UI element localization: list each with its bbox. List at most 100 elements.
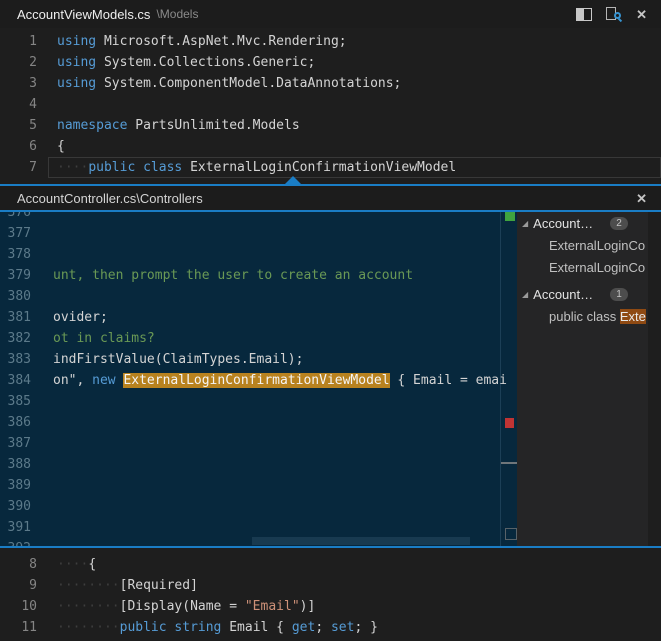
line-number: 377 xyxy=(0,223,31,244)
peek-header-divider xyxy=(0,210,661,212)
close-editor-icon[interactable]: ✕ xyxy=(636,8,647,21)
code-text: ····{ xyxy=(37,554,96,575)
open-preview-icon[interactable] xyxy=(606,7,622,21)
line-number: 392 xyxy=(0,538,31,546)
peek-editor[interactable]: 376377378379unt, then prompt the user to… xyxy=(0,212,517,546)
reference-item[interactable]: ExternalLoginCo xyxy=(517,234,661,256)
line-number: 383 xyxy=(0,349,31,370)
twistie-expanded-icon[interactable]: ◢ xyxy=(522,219,528,228)
code-line-7[interactable]: 7····public class ExternalLoginConfirmat… xyxy=(0,157,661,178)
line-number: 387 xyxy=(0,433,31,454)
line-number: 385 xyxy=(0,391,31,412)
line-number: 11 xyxy=(0,617,37,638)
line-number: 380 xyxy=(0,286,31,307)
editor-actions: ✕ xyxy=(576,7,661,21)
file-path: \Models xyxy=(156,7,198,21)
line-number: 389 xyxy=(0,475,31,496)
line-number: 376 xyxy=(0,212,31,223)
reference-file-label: Account… xyxy=(533,216,593,231)
code-text xyxy=(31,391,53,412)
code-line-391[interactable]: 391 xyxy=(0,517,517,538)
line-number: 2 xyxy=(0,52,37,73)
split-editor-icon[interactable] xyxy=(576,8,592,21)
code-line-11[interactable]: 11········public string Email { get; set… xyxy=(0,617,661,638)
code-line-383[interactable]: 383indFirstValue(ClaimTypes.Email); xyxy=(0,349,517,370)
line-number: 8 xyxy=(0,554,37,575)
line-number: 379 xyxy=(0,265,31,286)
line-number: 382 xyxy=(0,328,31,349)
code-line-5[interactable]: 5namespace PartsUnlimited.Models xyxy=(0,115,661,136)
code-text: using System.Collections.Generic; xyxy=(37,52,315,73)
code-text: ········[Required] xyxy=(37,575,198,596)
code-line-385[interactable]: 385 xyxy=(0,391,517,412)
file-title: AccountViewModels.cs xyxy=(17,7,150,22)
horizontal-scrollbar-thumb[interactable] xyxy=(252,537,470,545)
code-line-388[interactable]: 388 xyxy=(0,454,517,475)
code-line-3[interactable]: 3using System.ComponentModel.DataAnnotat… xyxy=(0,73,661,94)
line-number: 386 xyxy=(0,412,31,433)
line-number: 3 xyxy=(0,73,37,94)
code-text: namespace PartsUnlimited.Models xyxy=(37,115,300,136)
code-line-379[interactable]: 379unt, then prompt the user to create a… xyxy=(0,265,517,286)
code-text: unt, then prompt the user to create an a… xyxy=(31,265,413,286)
references-scrollbar-track[interactable] xyxy=(648,212,661,546)
line-number: 7 xyxy=(0,157,37,178)
code-line-390[interactable]: 390 xyxy=(0,496,517,517)
code-text xyxy=(31,538,53,546)
code-text xyxy=(31,244,53,265)
code-line-381[interactable]: 381ovider; xyxy=(0,307,517,328)
editor-title-bar: AccountViewModels.cs \Models ✕ xyxy=(0,0,661,28)
code-text xyxy=(31,475,53,496)
code-text: ········[Display(Name = "Email")] xyxy=(37,596,315,617)
peek-header: AccountController.cs \Controllers ✕ xyxy=(0,186,661,210)
code-line-377[interactable]: 377 xyxy=(0,223,517,244)
reference-file-group[interactable]: ◢Account…1 xyxy=(517,283,661,305)
editor-top[interactable]: 1using Microsoft.AspNet.Mvc.Rendering;2u… xyxy=(0,28,661,184)
peek-file-path: \Controllers xyxy=(136,191,202,206)
code-text: ········public string Email { get; set; … xyxy=(37,617,378,638)
code-line-389[interactable]: 389 xyxy=(0,475,517,496)
reference-count-badge: 1 xyxy=(610,288,628,301)
line-number: 391 xyxy=(0,517,31,538)
editor-bottom[interactable]: 8····{9········[Required]10········[Disp… xyxy=(0,548,661,641)
reference-count-badge: 2 xyxy=(610,217,628,230)
code-line-9[interactable]: 9········[Required] xyxy=(0,575,661,596)
code-text: ····public class ExternalLoginConfirmati… xyxy=(37,157,456,178)
code-text: { xyxy=(37,136,65,157)
reference-file-group[interactable]: ◢ Account… 2 xyxy=(517,212,661,234)
peek-close-icon[interactable]: ✕ xyxy=(636,192,647,205)
code-text: ot in claims? xyxy=(31,328,155,349)
twistie-expanded-icon[interactable]: ◢ xyxy=(522,290,528,299)
line-number: 4 xyxy=(0,94,37,115)
code-line-10[interactable]: 10········[Display(Name = "Email")] xyxy=(0,596,661,617)
code-text xyxy=(31,496,53,517)
line-number: 5 xyxy=(0,115,37,136)
code-line-376[interactable]: 376 xyxy=(0,212,517,223)
indent-guide xyxy=(500,212,501,546)
code-line-380[interactable]: 380 xyxy=(0,286,517,307)
peek-body: 376377378379unt, then prompt the user to… xyxy=(0,212,661,546)
overview-ruler-gray-marker xyxy=(501,462,517,464)
line-number: 390 xyxy=(0,496,31,517)
line-number: 381 xyxy=(0,307,31,328)
peek-file-title: AccountController.cs xyxy=(17,191,136,206)
code-line-2[interactable]: 2using System.Collections.Generic; xyxy=(0,52,661,73)
code-line-384[interactable]: 384on", new ExternalLoginConfirmationVie… xyxy=(0,370,517,391)
peek-bottom-border xyxy=(0,546,661,548)
code-line-386[interactable]: 386 xyxy=(0,412,517,433)
code-line-1[interactable]: 1using Microsoft.AspNet.Mvc.Rendering; xyxy=(0,31,661,52)
code-line-382[interactable]: 382ot in claims? xyxy=(0,328,517,349)
reference-item[interactable]: public class Exte xyxy=(517,305,661,327)
code-line-387[interactable]: 387 xyxy=(0,433,517,454)
code-line-4[interactable]: 4 xyxy=(0,94,661,115)
scrollbar-corner xyxy=(505,528,517,540)
code-text: on", new ExternalLoginConfirmationViewMo… xyxy=(31,370,507,391)
line-number: 388 xyxy=(0,454,31,475)
reference-item[interactable]: ExternalLoginCo xyxy=(517,256,661,278)
peek-top-border xyxy=(0,184,661,186)
code-line-378[interactable]: 378 xyxy=(0,244,517,265)
code-line-8[interactable]: 8····{ xyxy=(0,554,661,575)
line-number: 384 xyxy=(0,370,31,391)
code-text xyxy=(31,433,53,454)
code-line-6[interactable]: 6{ xyxy=(0,136,661,157)
